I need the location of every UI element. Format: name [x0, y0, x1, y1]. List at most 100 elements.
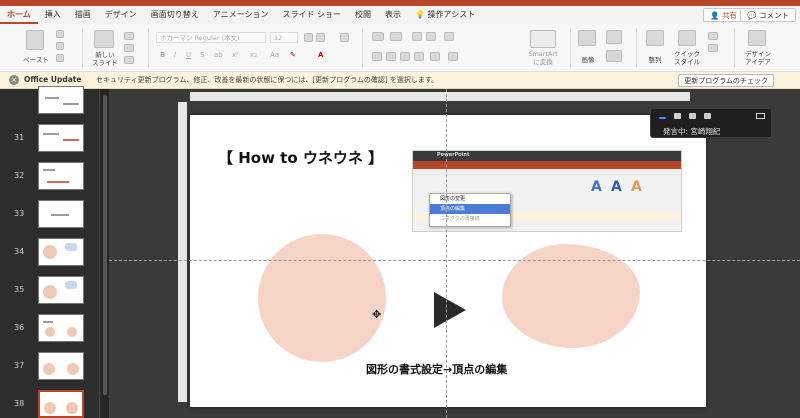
shape-outline-icon[interactable] [708, 44, 718, 52]
align-right-icon[interactable] [400, 52, 410, 61]
menu-item-change-shape[interactable]: 図形の変更 [430, 194, 510, 204]
text-line [51, 214, 69, 216]
underline-icon[interactable]: U [186, 51, 191, 59]
strip-view-icon[interactable] [689, 113, 696, 119]
tab-view[interactable]: 表示 [378, 6, 408, 24]
quick-styles-label: クイック スタイル [674, 50, 700, 66]
slide-thumbnail[interactable]: 34 [0, 235, 100, 273]
numbering-icon[interactable] [390, 32, 402, 41]
bold-icon[interactable]: B [160, 51, 165, 59]
case-icon[interactable]: Aa [270, 51, 279, 59]
play-arrow-icon [434, 292, 466, 328]
tab-home[interactable]: ホーム [0, 6, 38, 24]
text-line [47, 181, 69, 183]
design-ideas-label: デザイン アイデア [745, 50, 771, 66]
overlay-controls [659, 113, 711, 119]
comment-button[interactable]: 💬 コメント [740, 8, 796, 22]
new-slide-icon[interactable] [94, 30, 114, 48]
indent-less-icon[interactable] [412, 32, 422, 41]
image-icon[interactable] [578, 30, 596, 46]
office-update-notice: × Office Update セキュリティ更新プログラム、修正、改善を最新の状… [0, 72, 800, 89]
slide-thumbnail[interactable]: 37 [0, 349, 100, 387]
grid-view-icon[interactable] [704, 113, 711, 119]
image-label: 画像 [581, 56, 595, 64]
pip-icon[interactable] [756, 113, 765, 119]
thumbnail-scrollbar[interactable] [101, 89, 109, 418]
clear-format-icon[interactable] [340, 33, 349, 42]
font-name-field[interactable]: ホカーマン Regular (本文) [156, 32, 266, 43]
tab-review[interactable]: 校閲 [348, 6, 378, 24]
italic-icon[interactable]: I [174, 51, 176, 59]
align-left-icon[interactable] [372, 52, 382, 61]
slide-thumbnail[interactable]: 33 [0, 197, 100, 235]
tab-design[interactable]: デザイン [98, 6, 144, 24]
minimize-icon[interactable] [659, 117, 666, 119]
quick-styles-icon[interactable] [678, 30, 696, 46]
menu-item-edit-points[interactable]: 頂点の編集 [430, 204, 510, 214]
scrollbar-thumb[interactable] [103, 95, 107, 395]
smartart-icon[interactable] [530, 30, 556, 48]
font-color-icon[interactable]: A [318, 51, 323, 59]
horizontal-ruler [190, 92, 690, 101]
format-painter-icon[interactable] [56, 54, 64, 62]
highlight-icon[interactable]: ✎ [290, 51, 296, 59]
design-ideas-icon[interactable] [748, 30, 766, 46]
slide-preview [38, 352, 84, 380]
reset-icon[interactable] [124, 44, 134, 52]
slide-thumbnail[interactable]: 32 [0, 159, 100, 197]
check-updates-button[interactable]: 更新プログラムのチェック [678, 74, 774, 87]
tab-tell-me[interactable]: 💡 操作アシスト [408, 6, 482, 24]
section-icon[interactable] [124, 56, 134, 64]
shadow-icon[interactable]: S [200, 51, 204, 59]
cut-icon[interactable] [56, 30, 64, 38]
embedded-screenshot[interactable]: PowerPoint A A A 図形の変更 頂点の編集 コネクタの再接続 [412, 150, 682, 232]
slide-preview [38, 200, 84, 228]
divider [362, 28, 363, 68]
superscript-icon[interactable]: x² [232, 51, 239, 59]
columns-icon[interactable] [430, 52, 440, 61]
slide-thumbnail-partial[interactable] [0, 83, 100, 121]
arrange-icon[interactable] [646, 30, 664, 46]
align-center-icon[interactable] [386, 52, 396, 61]
tab-animations[interactable]: アニメーション [206, 6, 276, 24]
new-slide-label: 新しい スライド [92, 51, 118, 67]
shape-preview [45, 327, 55, 337]
slide-caption[interactable]: 図形の書式設定→頂点の編集 [366, 361, 507, 377]
person-icon: 👤 [710, 11, 722, 20]
shapes-icon[interactable] [606, 30, 622, 44]
textbox-icon[interactable] [606, 50, 622, 62]
tab-transitions[interactable]: 画面切り替え [144, 6, 206, 24]
copy-icon[interactable] [56, 42, 64, 50]
line-spacing-icon[interactable] [444, 32, 454, 41]
share-button[interactable]: 👤 共有 [703, 8, 744, 22]
tab-insert[interactable]: 挿入 [38, 6, 68, 24]
strike-icon[interactable]: ab [214, 51, 223, 59]
slide-thumbnails-panel: 31 32 33 34 35 36 37 38 [0, 86, 100, 418]
justify-icon[interactable] [414, 52, 424, 61]
paste-icon[interactable] [26, 30, 44, 50]
speaker-view-icon[interactable] [674, 113, 681, 119]
slide-title[interactable]: 【 How to ウネウネ 】 [218, 147, 383, 168]
text-style-icon: A [591, 179, 602, 195]
slide-thumbnail[interactable]: 31 [0, 121, 100, 159]
slide-thumbnail-selected[interactable]: 38 [0, 387, 100, 418]
tab-slideshow[interactable]: スライド ショー [275, 6, 348, 24]
notice-message: セキュリティ更新プログラム、修正、改善を最新の状態に保つには、[更新プログラムの… [96, 76, 439, 84]
indent-more-icon[interactable] [426, 32, 436, 41]
font-grow-icon[interactable] [304, 33, 313, 42]
slide-thumbnail[interactable]: 35 [0, 273, 100, 311]
tab-draw[interactable]: 描画 [68, 6, 98, 24]
font-shrink-icon[interactable] [316, 33, 325, 42]
circle-shape[interactable] [258, 234, 386, 362]
share-label: 共有 [722, 11, 737, 20]
menu-item-reconnect[interactable]: コネクタの再接続 [430, 214, 510, 224]
subscript-icon[interactable]: x₂ [250, 51, 257, 59]
text-direction-icon[interactable] [448, 52, 458, 61]
font-size-field[interactable]: 12 [270, 32, 298, 43]
shape-fill-icon[interactable] [708, 32, 718, 40]
slide-thumbnail[interactable]: 36 [0, 311, 100, 349]
vertical-guide [446, 89, 447, 418]
speech-bubble-icon: 💬 [747, 11, 759, 20]
layout-icon[interactable] [124, 32, 134, 40]
bullets-icon[interactable] [372, 32, 384, 41]
